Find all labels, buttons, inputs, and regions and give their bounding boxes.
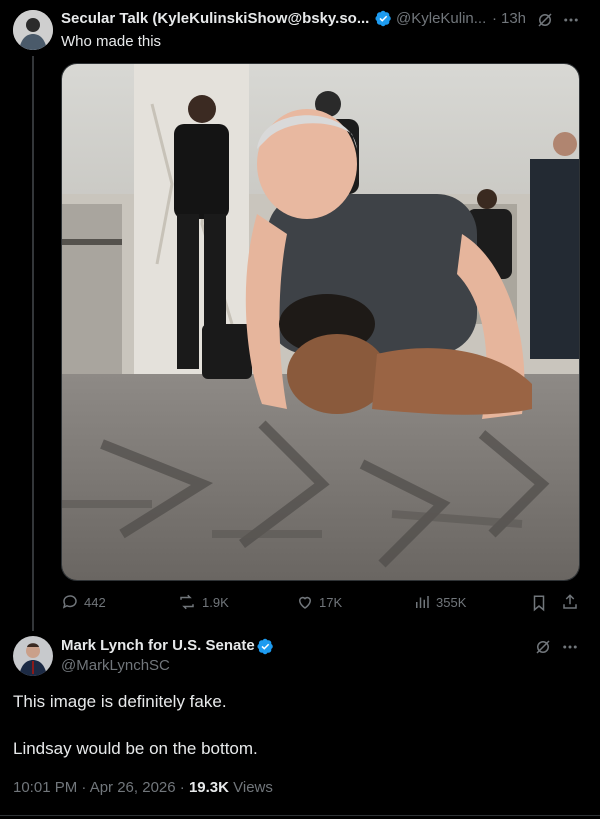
repost-icon [180, 594, 194, 610]
tweet-text-line2: Lindsay would be on the bottom. [13, 739, 258, 758]
photo-illustration [62, 64, 579, 580]
tweet-text-line1: This image is definitely fake. [13, 692, 227, 711]
avatar-person-icon [13, 636, 53, 676]
more-options-icon[interactable] [562, 11, 580, 29]
like-button[interactable]: 17K [296, 593, 342, 611]
tweet-timestamp[interactable]: 10:01 PM · Apr 26, 2026 · [13, 779, 189, 796]
more-options-icon[interactable] [561, 638, 579, 656]
bookmark-button[interactable] [531, 594, 547, 612]
thread-connector-line [32, 56, 34, 631]
views-button[interactable]: 355K [413, 593, 466, 611]
author-handle[interactable]: @KyleKulin... [396, 10, 486, 27]
like-count: 17K [319, 594, 343, 610]
author-handle[interactable]: @MarkLynchSC [61, 657, 170, 674]
avatar[interactable] [13, 636, 53, 676]
verified-badge-icon [375, 10, 392, 32]
tweet-media-photo[interactable] [61, 63, 580, 581]
grok-icon[interactable] [534, 638, 552, 656]
divider [0, 815, 600, 816]
view-count: 355K [436, 594, 467, 610]
heart-icon [298, 596, 312, 609]
tweet-time[interactable]: 13h [501, 10, 526, 27]
grok-icon[interactable] [536, 11, 554, 29]
views-label: Views [233, 779, 273, 796]
reply-icon [62, 595, 77, 609]
views-count: 19.3K [188, 779, 229, 796]
tweet-meta: 10:01 PM · Apr 26, 2026 · 19.3K Views [13, 779, 273, 796]
share-icon [563, 594, 577, 609]
tweet-text: Who made this [61, 33, 162, 50]
reply-button[interactable]: 442 [61, 593, 106, 611]
analytics-icon [416, 596, 429, 608]
repost-button[interactable]: 1.9K [177, 593, 229, 611]
avatar[interactable] [13, 10, 53, 50]
author-display-name[interactable]: Mark Lynch for U.S. Senate [61, 637, 255, 654]
avatar-person-icon [13, 10, 53, 50]
author-display-name[interactable]: Secular Talk (KyleKulinskiShow@bsky.so..… [61, 10, 369, 27]
reply-count: 442 [84, 594, 106, 610]
bookmark-icon [533, 595, 545, 612]
share-button[interactable] [561, 593, 579, 611]
repost-count: 1.9K [202, 594, 229, 610]
dot-separator: · [492, 10, 497, 27]
verified-badge-icon [257, 638, 274, 660]
